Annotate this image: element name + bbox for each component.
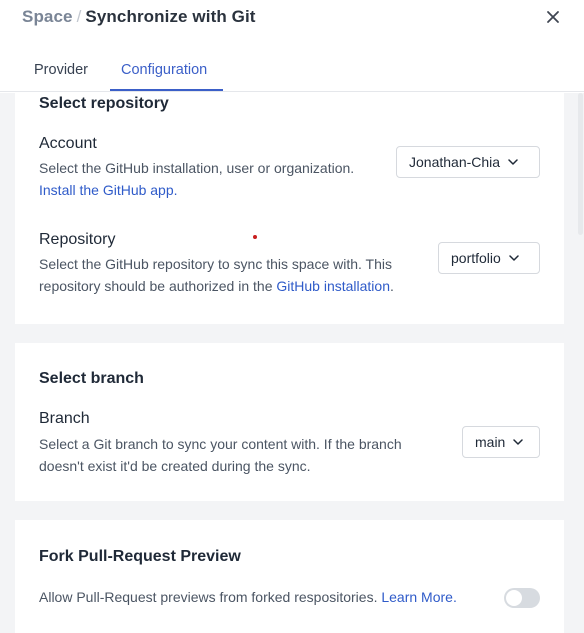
repository-description-line1: Select the GitHub repository to sync thi… xyxy=(39,256,393,272)
scrollbar[interactable] xyxy=(576,93,584,633)
learn-more-link[interactable]: Learn More. xyxy=(381,589,456,605)
account-select-value: Jonathan-Chia xyxy=(409,154,501,170)
repository-description-prefix: repository should be authorized in the xyxy=(39,278,277,294)
account-label: Account xyxy=(39,135,97,152)
fork-preview-card: Fork Pull-Request Preview Allow Pull-Req… xyxy=(15,520,564,633)
select-branch-heading: Select branch xyxy=(39,370,144,387)
fork-preview-description-text: Allow Pull-Request previews from forked … xyxy=(39,589,378,605)
branch-select[interactable]: main xyxy=(462,426,540,458)
chevron-down-icon xyxy=(513,439,524,445)
active-tab-indicator xyxy=(110,89,223,91)
select-repository-card: Select repository Account Select the Git… xyxy=(15,93,564,324)
configuration-panel: Select repository Account Select the Git… xyxy=(0,93,584,633)
dialog-header: Space / Synchronize with Git xyxy=(0,0,584,34)
tab-bar: Provider Configuration xyxy=(0,52,584,92)
branch-description-line1: Select a Git branch to sync your content… xyxy=(39,436,402,452)
close-button[interactable] xyxy=(542,6,564,28)
repository-label: Repository xyxy=(39,231,116,248)
account-select[interactable]: Jonathan-Chia xyxy=(396,146,540,178)
repository-select[interactable]: portfolio xyxy=(438,242,540,274)
tab-provider[interactable]: Provider xyxy=(34,62,88,78)
fork-preview-heading: Fork Pull-Request Preview xyxy=(39,548,241,565)
branch-description-line2: doesn't exist it'd be created during the… xyxy=(39,458,311,474)
breadcrumb-space[interactable]: Space xyxy=(22,7,73,27)
repository-description: Select the GitHub repository to sync thi… xyxy=(39,253,434,297)
toggle-knob xyxy=(506,590,522,606)
scrollbar-thumb[interactable] xyxy=(578,93,583,235)
branch-label: Branch xyxy=(39,410,90,427)
chevron-down-icon xyxy=(508,159,518,165)
account-description: Select the GitHub installation, user or … xyxy=(39,157,389,201)
tab-configuration[interactable]: Configuration xyxy=(121,62,207,78)
breadcrumb: Space / Synchronize with Git xyxy=(22,7,256,27)
repository-description-line2: repository should be authorized in the G… xyxy=(39,275,434,297)
account-description-text: Select the GitHub installation, user or … xyxy=(39,160,355,176)
repository-select-value: portfolio xyxy=(451,250,501,266)
close-icon xyxy=(547,11,559,23)
fork-preview-description: Allow Pull-Request previews from forked … xyxy=(39,586,499,608)
branch-select-value: main xyxy=(475,434,506,450)
install-github-app-link[interactable]: Install the GitHub app. xyxy=(39,179,389,201)
select-branch-card: Select branch Branch Select a Git branch… xyxy=(15,343,564,501)
repository-description-suffix: . xyxy=(390,278,394,294)
select-repository-heading: Select repository xyxy=(39,95,169,112)
branch-description: Select a Git branch to sync your content… xyxy=(39,433,449,477)
breadcrumb-separator: / xyxy=(76,7,82,26)
chevron-down-icon xyxy=(509,255,519,261)
cursor-marker xyxy=(253,235,257,239)
page-title: Synchronize with Git xyxy=(85,7,256,26)
fork-preview-toggle[interactable] xyxy=(504,588,540,608)
github-installation-link[interactable]: GitHub installation xyxy=(276,278,390,294)
